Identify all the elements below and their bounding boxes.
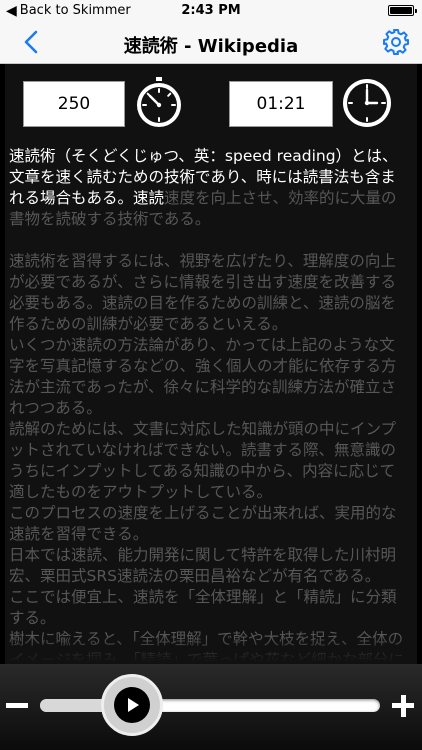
reader-panel: 250 01:21 速読術（そくどくじゅつ、英：speed reading）とは…: [5, 64, 417, 664]
play-button[interactable]: [100, 674, 163, 736]
stopwatch-icon: [137, 77, 181, 127]
minus-icon[interactable]: [6, 703, 28, 708]
page-title: 速読術 - Wikipedia: [123, 36, 299, 57]
body-paragraph: 読解のためには、文書に対応した知識が頭の中にインプットされていなければできない。…: [9, 420, 397, 501]
body-paragraph: 速読術を習得するには、視野を広げたり、理解度の向上が必要であるが、さらに情報を引…: [9, 252, 397, 333]
playback-controls: [0, 664, 422, 750]
lead-paragraph: 速読術（そくどくじゅつ、英：speed reading）とは、文章を速く読むため…: [9, 146, 409, 230]
body-paragraph: 樹木に喩えると、「全体理解」で幹や大枝を捉え、全体のイメージを掴み、「精読」で葉…: [9, 630, 404, 662]
plus-icon[interactable]: [382, 664, 422, 750]
navigation-bar: 速読術 - Wikipedia: [0, 20, 422, 64]
play-icon: [127, 698, 139, 712]
body-paragraph: このプロセスの速度を上げることが出来れば、実用的な速読を習得できる。: [9, 504, 397, 543]
status-bar: ◀ Back to Skimmer 2:43 PM: [0, 0, 422, 20]
words-per-minute-display[interactable]: 250: [23, 81, 125, 127]
gear-icon[interactable]: [382, 28, 410, 56]
body-paragraph: いくつか速読の方法論があり、かっては上記のような文字を写真記憶するなどの、強く個…: [9, 336, 397, 417]
battery-icon: [388, 5, 417, 16]
reading-text-area: 速読術（そくどくじゅつ、英：speed reading）とは、文章を速く読むため…: [9, 146, 409, 662]
reader-stage: 250 01:21 速読術（そくどくじゅつ、英：speed reading）とは…: [0, 64, 422, 750]
body-paragraph: ここでは便宜上、速読を「全体理解」と「精読」に分類する。: [9, 588, 397, 627]
elapsed-time-display[interactable]: 01:21: [229, 81, 333, 127]
body-paragraph: 日本では速読、能力開発に関して特許を取得した川村明宏、栗田式SRS速読法の栗田昌…: [9, 546, 397, 585]
clock-icon: [343, 79, 391, 127]
status-time: 2:43 PM: [181, 3, 241, 18]
progress-slider[interactable]: [40, 699, 380, 712]
